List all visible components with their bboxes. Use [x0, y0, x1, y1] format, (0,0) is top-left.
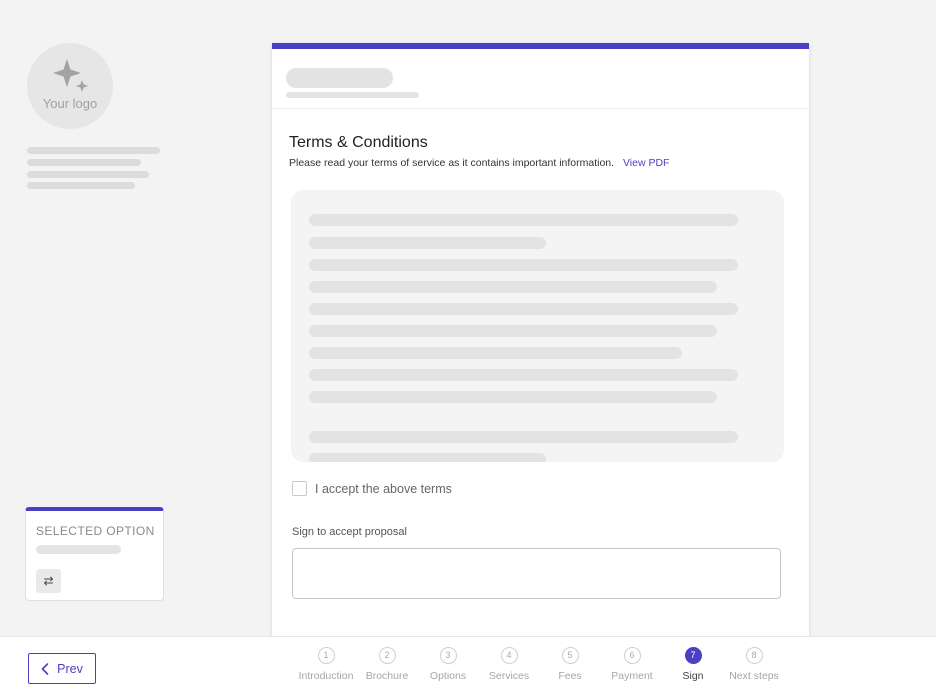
step-number: 8 — [745, 647, 763, 664]
terms-subtitle: Please read your terms of service as it … — [289, 157, 669, 169]
header-placeholder-subtitle — [286, 92, 419, 98]
terms-placeholder-line — [309, 347, 682, 359]
footer-bar: Prev 1 Introduction 2 Brochure 3 Options… — [0, 636, 936, 692]
step-label: Sign — [682, 670, 704, 682]
step-number: 6 — [623, 647, 641, 664]
selected-option-title: SELECTED OPTION — [36, 524, 155, 538]
step-number: 2 — [378, 647, 396, 664]
accept-terms-row[interactable]: I accept the above terms — [292, 481, 452, 496]
terms-placeholder-line — [309, 259, 738, 271]
step-label: Options — [429, 670, 467, 682]
prev-button[interactable]: Prev — [28, 653, 96, 684]
step-number: 3 — [439, 647, 457, 664]
step-number: 7 — [684, 647, 702, 664]
selected-option-card: SELECTED OPTION ⇄ — [25, 507, 164, 601]
selected-option-placeholder — [36, 545, 121, 554]
step-options[interactable]: 3 Options — [413, 647, 483, 682]
prev-button-label: Prev — [57, 661, 83, 676]
header-placeholder-title — [286, 68, 393, 88]
step-sign[interactable]: 7 Sign — [658, 647, 728, 682]
view-pdf-link[interactable]: View PDF — [623, 157, 670, 169]
terms-placeholder-line — [309, 453, 546, 462]
terms-placeholder-line — [309, 391, 717, 403]
step-brochure[interactable]: 2 Brochure — [352, 647, 422, 682]
step-label: Fees — [558, 670, 582, 682]
terms-title: Terms & Conditions — [289, 134, 428, 151]
sidebar-placeholder-line — [27, 182, 135, 189]
sidebar-placeholder-line — [27, 171, 149, 178]
step-payment[interactable]: 6 Payment — [597, 647, 667, 682]
terms-placeholder-line — [309, 431, 738, 443]
step-label: Introduction — [298, 670, 354, 682]
signature-field[interactable] — [292, 548, 781, 599]
step-number: 1 — [317, 647, 335, 664]
terms-subtitle-text: Please read your terms of service as it … — [289, 157, 615, 169]
terms-placeholder-line — [309, 369, 738, 381]
sparkle-icon — [53, 59, 88, 92]
logo-text: Your logo — [42, 96, 98, 111]
step-label: Payment — [611, 670, 653, 682]
card-header — [272, 49, 809, 109]
sidebar-placeholder-line — [27, 159, 141, 166]
step-number: 4 — [500, 647, 518, 664]
terms-placeholder-line — [309, 281, 717, 293]
swap-arrows-icon: ⇄ — [43, 574, 54, 588]
swap-option-button[interactable]: ⇄ — [36, 569, 61, 593]
step-fees[interactable]: 5 Fees — [535, 647, 605, 682]
sidebar-placeholder-line — [27, 147, 160, 154]
step-services[interactable]: 4 Services — [474, 647, 544, 682]
company-logo: Your logo — [27, 43, 113, 129]
accept-terms-checkbox[interactable] — [292, 481, 307, 496]
chevron-left-icon — [41, 662, 49, 675]
step-label: Next steps — [729, 670, 779, 682]
terms-placeholder-line — [309, 303, 738, 315]
signature-label: Sign to accept proposal — [292, 526, 407, 538]
step-label: Services — [488, 670, 530, 682]
terms-content-box[interactable] — [291, 190, 784, 462]
step-number: 5 — [561, 647, 579, 664]
terms-card: Terms & Conditions Please read your term… — [272, 43, 809, 643]
terms-placeholder-line — [309, 237, 546, 249]
accept-terms-label[interactable]: I accept the above terms — [315, 482, 452, 496]
step-introduction[interactable]: 1 Introduction — [291, 647, 361, 682]
terms-placeholder-line — [309, 325, 717, 337]
step-next-steps[interactable]: 8 Next steps — [719, 647, 789, 682]
terms-placeholder-line — [309, 214, 738, 226]
step-label: Brochure — [365, 670, 409, 682]
